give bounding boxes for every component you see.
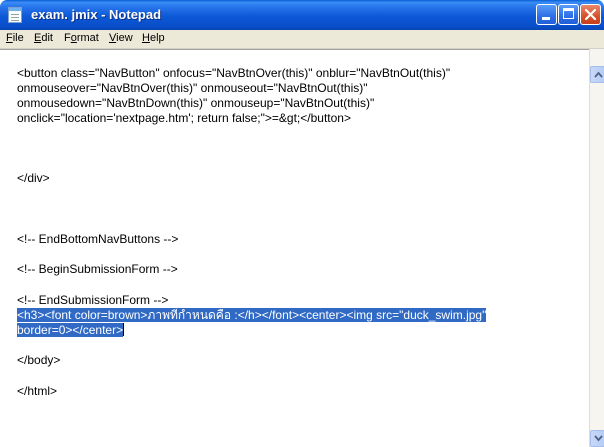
text-line: </body>: [17, 353, 61, 367]
title-bar[interactable]: exam. jmix - Notepad: [0, 0, 604, 30]
text-line: onmousedown="NavBtnDown(this)" onmouseup…: [17, 96, 375, 110]
chevron-down-icon: [594, 435, 603, 442]
selected-text: <h3><font color=brown>ภาพที่กำหนดคือ :</…: [17, 308, 487, 322]
minimize-icon: [542, 17, 550, 20]
notepad-icon[interactable]: [8, 7, 22, 23]
text-caret: [123, 323, 125, 336]
close-icon: [584, 8, 597, 21]
text-line: <!-- EndSubmissionForm -->: [17, 293, 169, 307]
minimize-button[interactable]: [536, 4, 557, 25]
menu-bar: File Edit Format View Help: [0, 30, 604, 49]
menu-help[interactable]: Help: [142, 32, 165, 44]
selected-text-line: border=0></center>: [17, 323, 125, 338]
scroll-up-button[interactable]: [590, 66, 604, 83]
text-line: </div>: [17, 171, 50, 185]
menu-file[interactable]: File: [6, 32, 24, 44]
menu-edit[interactable]: Edit: [34, 32, 53, 44]
text-line: onmouseover="NavBtnOver(this)" onmouseou…: [17, 81, 368, 95]
menu-view[interactable]: View: [109, 32, 133, 44]
selected-text: border=0></center>: [17, 323, 124, 337]
maximize-button[interactable]: [558, 4, 579, 25]
window-title: exam. jmix - Notepad: [31, 7, 162, 22]
chevron-up-icon: [594, 71, 603, 78]
text-line: <!-- BeginSubmissionForm -->: [17, 262, 178, 276]
text-line: <button class="NavButton" onfocus="NavBt…: [17, 66, 451, 80]
scroll-down-button[interactable]: [590, 430, 604, 447]
text-line: onclick="location='nextpage.htm'; return…: [17, 111, 351, 125]
text-line: <!-- EndBottomNavButtons -->: [17, 232, 179, 246]
notepad-window: exam. jmix - Notepad File Edit Format Vi…: [0, 0, 604, 447]
selected-text-line: <h3><font color=brown>ภาพที่กำหนดคือ :</…: [17, 308, 487, 323]
text-editor[interactable]: <button class="NavButton" onfocus="NavBt…: [0, 49, 589, 447]
maximize-icon: [563, 8, 574, 19]
menu-format[interactable]: Format: [64, 32, 99, 44]
close-button[interactable]: [580, 4, 601, 25]
vertical-scrollbar[interactable]: [589, 49, 604, 447]
text-line: </html>: [17, 384, 58, 398]
